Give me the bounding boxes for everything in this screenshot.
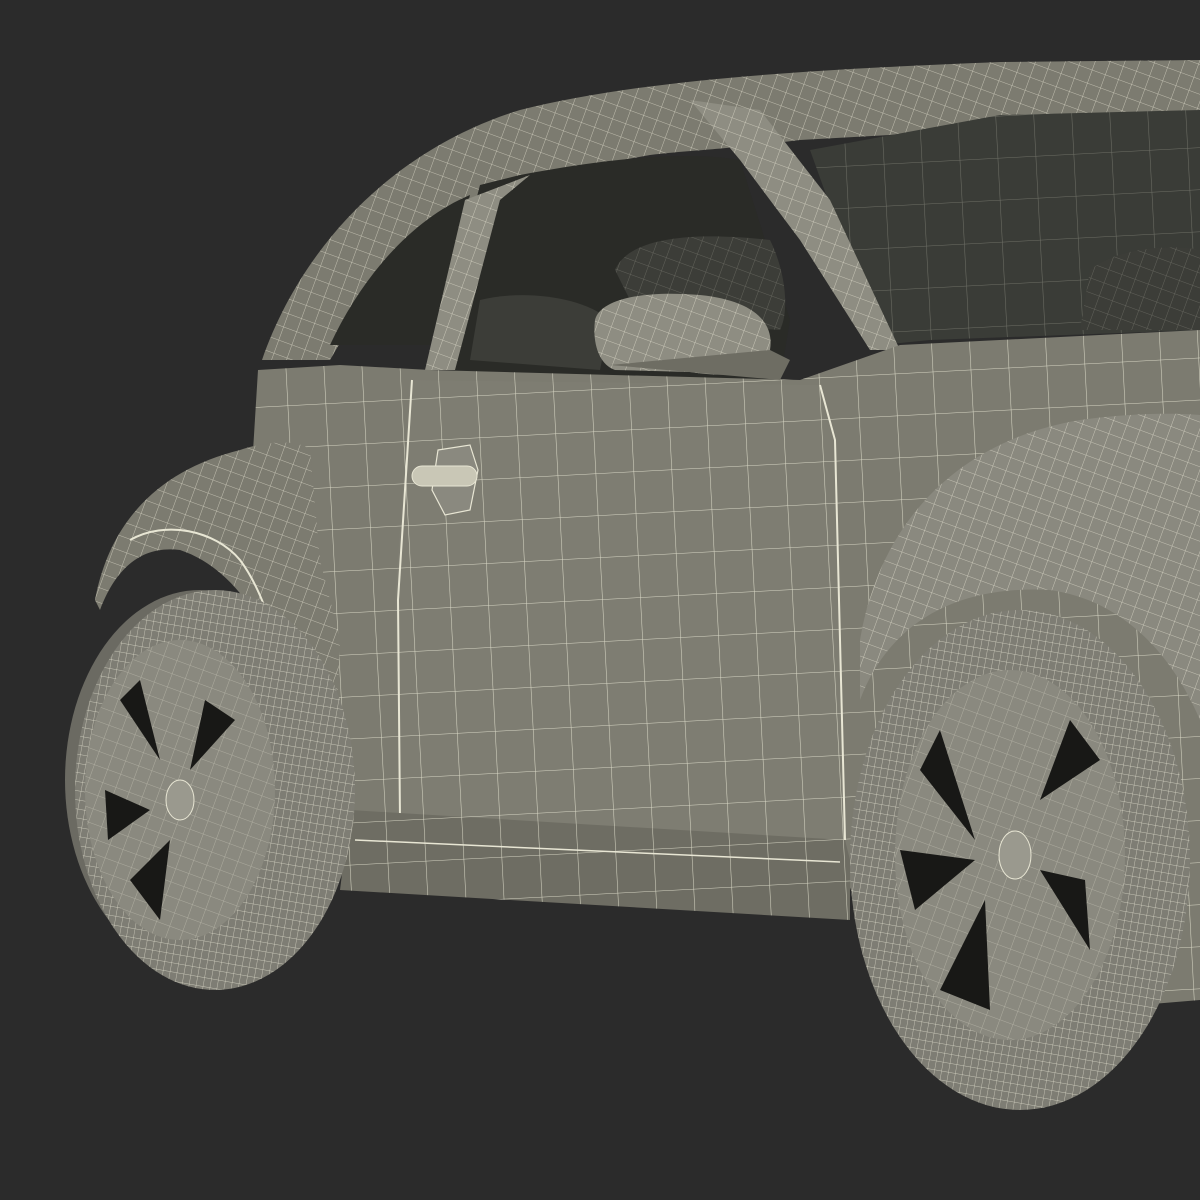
car-wireframe-render [0, 0, 1200, 1200]
front-wheel [850, 610, 1190, 1110]
render-viewport [0, 0, 1200, 1200]
